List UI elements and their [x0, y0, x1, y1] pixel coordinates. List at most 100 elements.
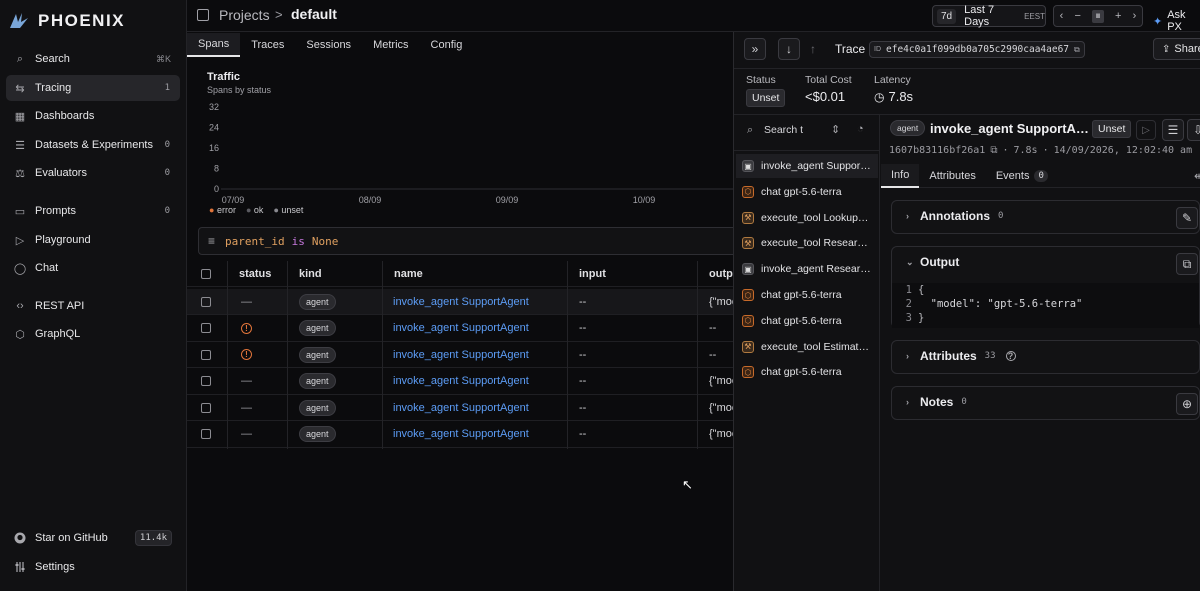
- copy-span-id-icon[interactable]: ⧉: [990, 145, 997, 156]
- span-search-input[interactable]: Search t: [764, 124, 803, 136]
- span-name-link[interactable]: invoke_agent SupportAgent: [393, 395, 529, 421]
- row-checkbox[interactable]: [201, 429, 211, 439]
- main-tabs: Spans Traces Sessions Metrics Config: [187, 33, 473, 57]
- column-header-name[interactable]: name: [394, 261, 423, 287]
- tracing-icon: ⇆: [15, 82, 25, 95]
- settings-link[interactable]: Settings: [6, 554, 180, 580]
- tab-config[interactable]: Config: [420, 33, 474, 57]
- span-tree-item[interactable]: ⚒ execute_tool Estimat…: [742, 335, 878, 359]
- sidebar-item-rest-api[interactable]: ‹› REST API: [6, 293, 180, 319]
- replay-icon[interactable]: ▷: [1136, 120, 1156, 140]
- agent-span-icon: ▣: [742, 263, 754, 276]
- notes-section[interactable]: › Notes 0 ⊕: [891, 386, 1200, 420]
- sidebar-item-playground[interactable]: ▷ Playground: [6, 227, 180, 253]
- sidebar-item-datasets-experiments[interactable]: ☰ Datasets & Experiments 0: [6, 132, 180, 158]
- table-row[interactable]: — agent invoke_agent SupportAgent -- {"moc: [187, 422, 733, 448]
- legend-dot-icon: ●: [209, 205, 215, 215]
- pause-icon[interactable]: ⏸: [1092, 9, 1104, 23]
- output-section[interactable]: ⌄ Output ⧉ 1{2 "model": "gpt-5.6-terra" 3}: [891, 246, 1200, 328]
- sidebar-item-chat[interactable]: ◯ Chat: [6, 255, 180, 281]
- sidebar-item-graphql[interactable]: ⬡ GraphQL: [6, 321, 180, 347]
- line-number: 2: [905, 298, 912, 310]
- play-icon: ▷: [15, 234, 25, 247]
- column-header-status[interactable]: status: [239, 261, 271, 287]
- collapse-all-icon[interactable]: ⇕: [831, 123, 840, 136]
- tab-metrics[interactable]: Metrics: [362, 33, 419, 57]
- span-tree-item[interactable]: ▣ invoke_agent Suppor…: [736, 154, 878, 178]
- table-row[interactable]: — agent invoke_agent SupportAgent -- {"moc: [187, 289, 733, 315]
- output-code: 1{2 "model": "gpt-5.6-terra" 3}: [892, 283, 1199, 328]
- span-tree-item[interactable]: ⬡ chat gpt-5.6-terra: [742, 360, 878, 384]
- logo[interactable]: PHOENIX: [8, 10, 125, 32]
- copy-output-button[interactable]: ⧉: [1176, 253, 1198, 275]
- row-checkbox[interactable]: [201, 402, 211, 413]
- column-header-input[interactable]: input: [579, 261, 606, 287]
- prev-trace-button[interactable]: ↑: [802, 38, 824, 60]
- minus-icon[interactable]: −: [1075, 10, 1081, 22]
- plus-icon[interactable]: +: [1115, 10, 1121, 22]
- chevron-left-icon[interactable]: ‹: [1060, 10, 1064, 22]
- span-filter-input[interactable]: ≡ parent_id is None: [198, 227, 738, 255]
- sidebar-item-evaluators[interactable]: ⚖ Evaluators 0: [6, 160, 180, 186]
- trace-id-chip[interactable]: ID efe4c0a1f099db0a705c2990caa4ae67 ⧉: [869, 41, 1085, 58]
- span-name-link[interactable]: invoke_agent SupportAgent: [393, 421, 529, 447]
- table-row[interactable]: — agent invoke_agent SupportAgent -- {"moc: [187, 395, 733, 421]
- share-icon: ⇪: [1162, 43, 1171, 55]
- dataset-button[interactable]: ☰: [1162, 119, 1184, 141]
- span-name-link[interactable]: invoke_agent SupportAgent: [393, 342, 529, 368]
- table-row[interactable]: — agent invoke_agent SupportAgent -- {"moc: [187, 369, 733, 395]
- timer-icon[interactable]: ◔: [857, 123, 864, 135]
- breadcrumb-project[interactable]: default: [291, 6, 337, 22]
- add-note-button[interactable]: ⊕: [1176, 393, 1198, 415]
- tab-label: Info: [891, 169, 910, 181]
- sidebar-item-dashboards[interactable]: ▦ Dashboards: [6, 103, 180, 129]
- chevron-right-icon[interactable]: ›: [1133, 10, 1137, 22]
- github-label: Star on GitHub: [35, 532, 108, 544]
- sidebar-item-search[interactable]: ⌕ Search ⌘K: [6, 46, 180, 72]
- table-row[interactable]: ! agent invoke_agent SupportAgent -- --: [187, 316, 733, 342]
- annotations-section[interactable]: › Annotations 0 ✎: [891, 200, 1200, 234]
- time-range-label: Last 7 Days: [964, 4, 995, 28]
- tab-events[interactable]: Events 0: [986, 164, 1058, 188]
- select-all-checkbox[interactable]: [201, 268, 211, 279]
- breadcrumb-projects[interactable]: Projects: [219, 7, 270, 23]
- span-name-link[interactable]: invoke_agent SupportAgent: [393, 315, 529, 341]
- status-value: —: [241, 295, 252, 308]
- span-name-link[interactable]: invoke_agent SupportAgent: [393, 368, 529, 394]
- span-tree-item[interactable]: ⬡ chat gpt-5.6-terra: [742, 180, 878, 204]
- span-tree-item[interactable]: ⬡ chat gpt-5.6-terra: [742, 309, 878, 333]
- sidebar-toggle-icon[interactable]: [197, 9, 209, 21]
- tab-info[interactable]: Info: [881, 164, 920, 188]
- tab-traces[interactable]: Traces: [240, 33, 295, 57]
- collapse-panel-button[interactable]: »: [744, 38, 766, 60]
- time-range-selector[interactable]: 7d Last 7 Days EEST: [932, 4, 1046, 28]
- ask-px-button[interactable]: ✦ Ask PX: [1153, 9, 1200, 33]
- span-tree-item[interactable]: ⬡ chat gpt-5.6-terra: [742, 283, 878, 307]
- column-header-kind[interactable]: kind: [299, 261, 322, 287]
- github-star-link[interactable]: Star on GitHub 11.4k: [6, 525, 180, 551]
- row-checkbox[interactable]: [201, 349, 211, 360]
- span-tree-item[interactable]: ▣ invoke_agent Resear…: [742, 257, 878, 281]
- row-checkbox[interactable]: [201, 296, 211, 307]
- span-name-link[interactable]: invoke_agent SupportAgent: [393, 289, 529, 315]
- help-icon[interactable]: ?: [1005, 351, 1016, 361]
- sidebar-item-label: Playground: [35, 234, 91, 246]
- share-button[interactable]: ⇪ Share: [1153, 38, 1200, 60]
- copy-icon[interactable]: ⧉: [1074, 45, 1080, 55]
- edit-annotations-button[interactable]: ✎: [1176, 207, 1198, 229]
- sidebar-item-tracing[interactable]: ⇆ Tracing 1: [6, 75, 180, 101]
- download-button[interactable]: ⇩: [1187, 119, 1200, 141]
- tab-attributes[interactable]: Attributes: [919, 164, 985, 188]
- tab-sessions[interactable]: Sessions: [295, 33, 362, 57]
- resize-icon[interactable]: ⇹: [1194, 169, 1200, 183]
- row-checkbox[interactable]: [201, 323, 211, 333]
- span-tree-item[interactable]: ⚒ execute_tool Resear…: [742, 231, 878, 255]
- column-header-outp[interactable]: outp: [709, 261, 733, 287]
- tab-spans[interactable]: Spans: [187, 33, 241, 57]
- span-tree-item[interactable]: ⚒ execute_tool Lookup…: [742, 206, 878, 230]
- attributes-section[interactable]: › Attributes 33?: [891, 340, 1200, 374]
- row-checkbox[interactable]: [201, 376, 211, 386]
- table-row[interactable]: ! agent invoke_agent SupportAgent -- --: [187, 342, 733, 368]
- sidebar-item-prompts[interactable]: ▭ Prompts 0: [6, 198, 180, 224]
- next-trace-button[interactable]: ↓: [778, 38, 800, 60]
